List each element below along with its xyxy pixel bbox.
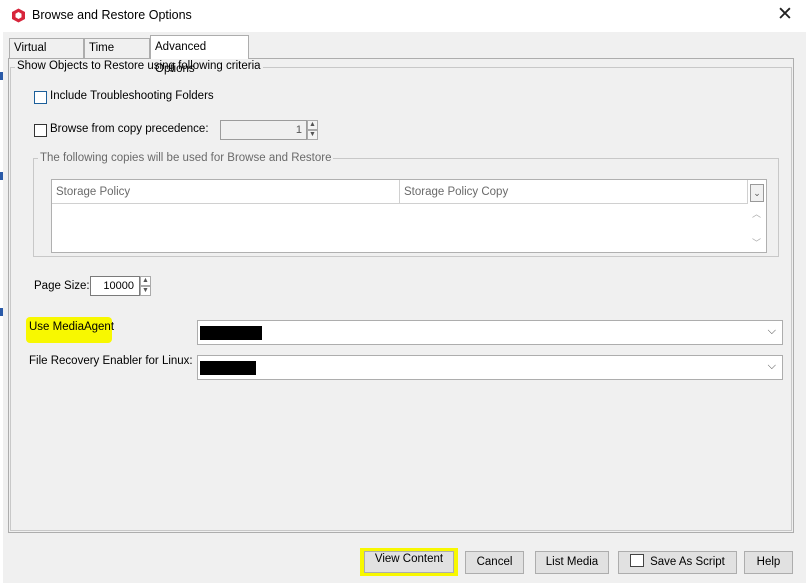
background-fragment <box>0 72 3 80</box>
redacted-value <box>200 326 262 340</box>
copy-precedence-spinner[interactable]: 1 <box>220 120 307 140</box>
table-scrollbar[interactable]: ︿ ﹀ <box>750 204 766 252</box>
column-menu-icon[interactable]: ⌄ <box>750 184 764 202</box>
copy-precedence-value: 1 <box>295 124 302 136</box>
close-icon[interactable]: ✕ <box>770 2 800 28</box>
copy-precedence-label: Browse from copy precedence: <box>50 123 209 135</box>
media-agent-label: Use MediaAgent <box>29 321 115 333</box>
redacted-value <box>200 361 256 375</box>
title-bar: Browse and Restore Options ✕ <box>0 0 806 32</box>
page-size-label: Page Size: <box>34 280 90 292</box>
page-size-input[interactable]: 10000 <box>90 276 140 296</box>
spin-up-icon[interactable]: ▲ <box>307 120 318 130</box>
save-as-script-button[interactable]: Save As Script <box>618 551 737 574</box>
chevron-down-icon[interactable]: ⌵ <box>768 325 776 338</box>
window-title: Browse and Restore Options <box>32 8 192 22</box>
script-icon <box>630 554 645 567</box>
copy-precedence-checkbox[interactable] <box>34 124 47 137</box>
file-recovery-select[interactable]: ⌵ <box>197 355 783 380</box>
app-logo-icon <box>12 8 25 23</box>
tab-time-range[interactable]: Time Range <box>84 38 150 73</box>
tab-virtual-server[interactable]: Virtual Server <box>9 38 84 73</box>
background-fragment <box>0 172 3 180</box>
background-fragment <box>0 308 3 316</box>
column-header-storage-policy-copy[interactable]: Storage Policy Copy <box>400 180 748 204</box>
chevron-down-icon[interactable]: ⌵ <box>768 360 776 373</box>
spin-down-icon[interactable]: ▼ <box>140 286 151 296</box>
storage-policy-table[interactable]: Storage Policy Storage Policy Copy ⌄ ︿ ﹀ <box>51 179 767 253</box>
criteria-group <box>10 67 792 531</box>
cancel-button[interactable]: Cancel <box>465 551 524 574</box>
criteria-legend: Show Objects to Restore using following … <box>15 60 263 72</box>
scroll-down-icon[interactable]: ﹀ <box>752 236 761 249</box>
background-strip <box>0 32 3 583</box>
spin-down-icon[interactable]: ▼ <box>307 130 318 140</box>
tab-advanced-options[interactable]: Advanced Options <box>150 35 249 75</box>
page-size-value: 10000 <box>103 280 134 292</box>
column-header-storage-policy[interactable]: Storage Policy <box>52 180 400 204</box>
save-as-script-label: Save As Script <box>650 556 725 568</box>
help-button[interactable]: Help <box>744 551 793 574</box>
view-content-button[interactable]: View Content <box>360 548 458 576</box>
include-troubleshooting-label: Include Troubleshooting Folders <box>50 90 214 102</box>
scroll-up-icon[interactable]: ︿ <box>752 207 761 220</box>
view-content-label: View Content <box>364 551 454 573</box>
list-media-button[interactable]: List Media <box>535 551 609 574</box>
spin-up-icon[interactable]: ▲ <box>140 276 151 286</box>
browse-restore-dialog: Browse and Restore Options ✕ Virtual Ser… <box>0 0 806 583</box>
file-recovery-label: File Recovery Enabler for Linux: <box>29 355 193 367</box>
include-troubleshooting-checkbox[interactable] <box>34 91 47 104</box>
media-agent-select[interactable]: ⌵ <box>197 320 783 345</box>
copies-legend: The following copies will be used for Br… <box>38 152 334 164</box>
